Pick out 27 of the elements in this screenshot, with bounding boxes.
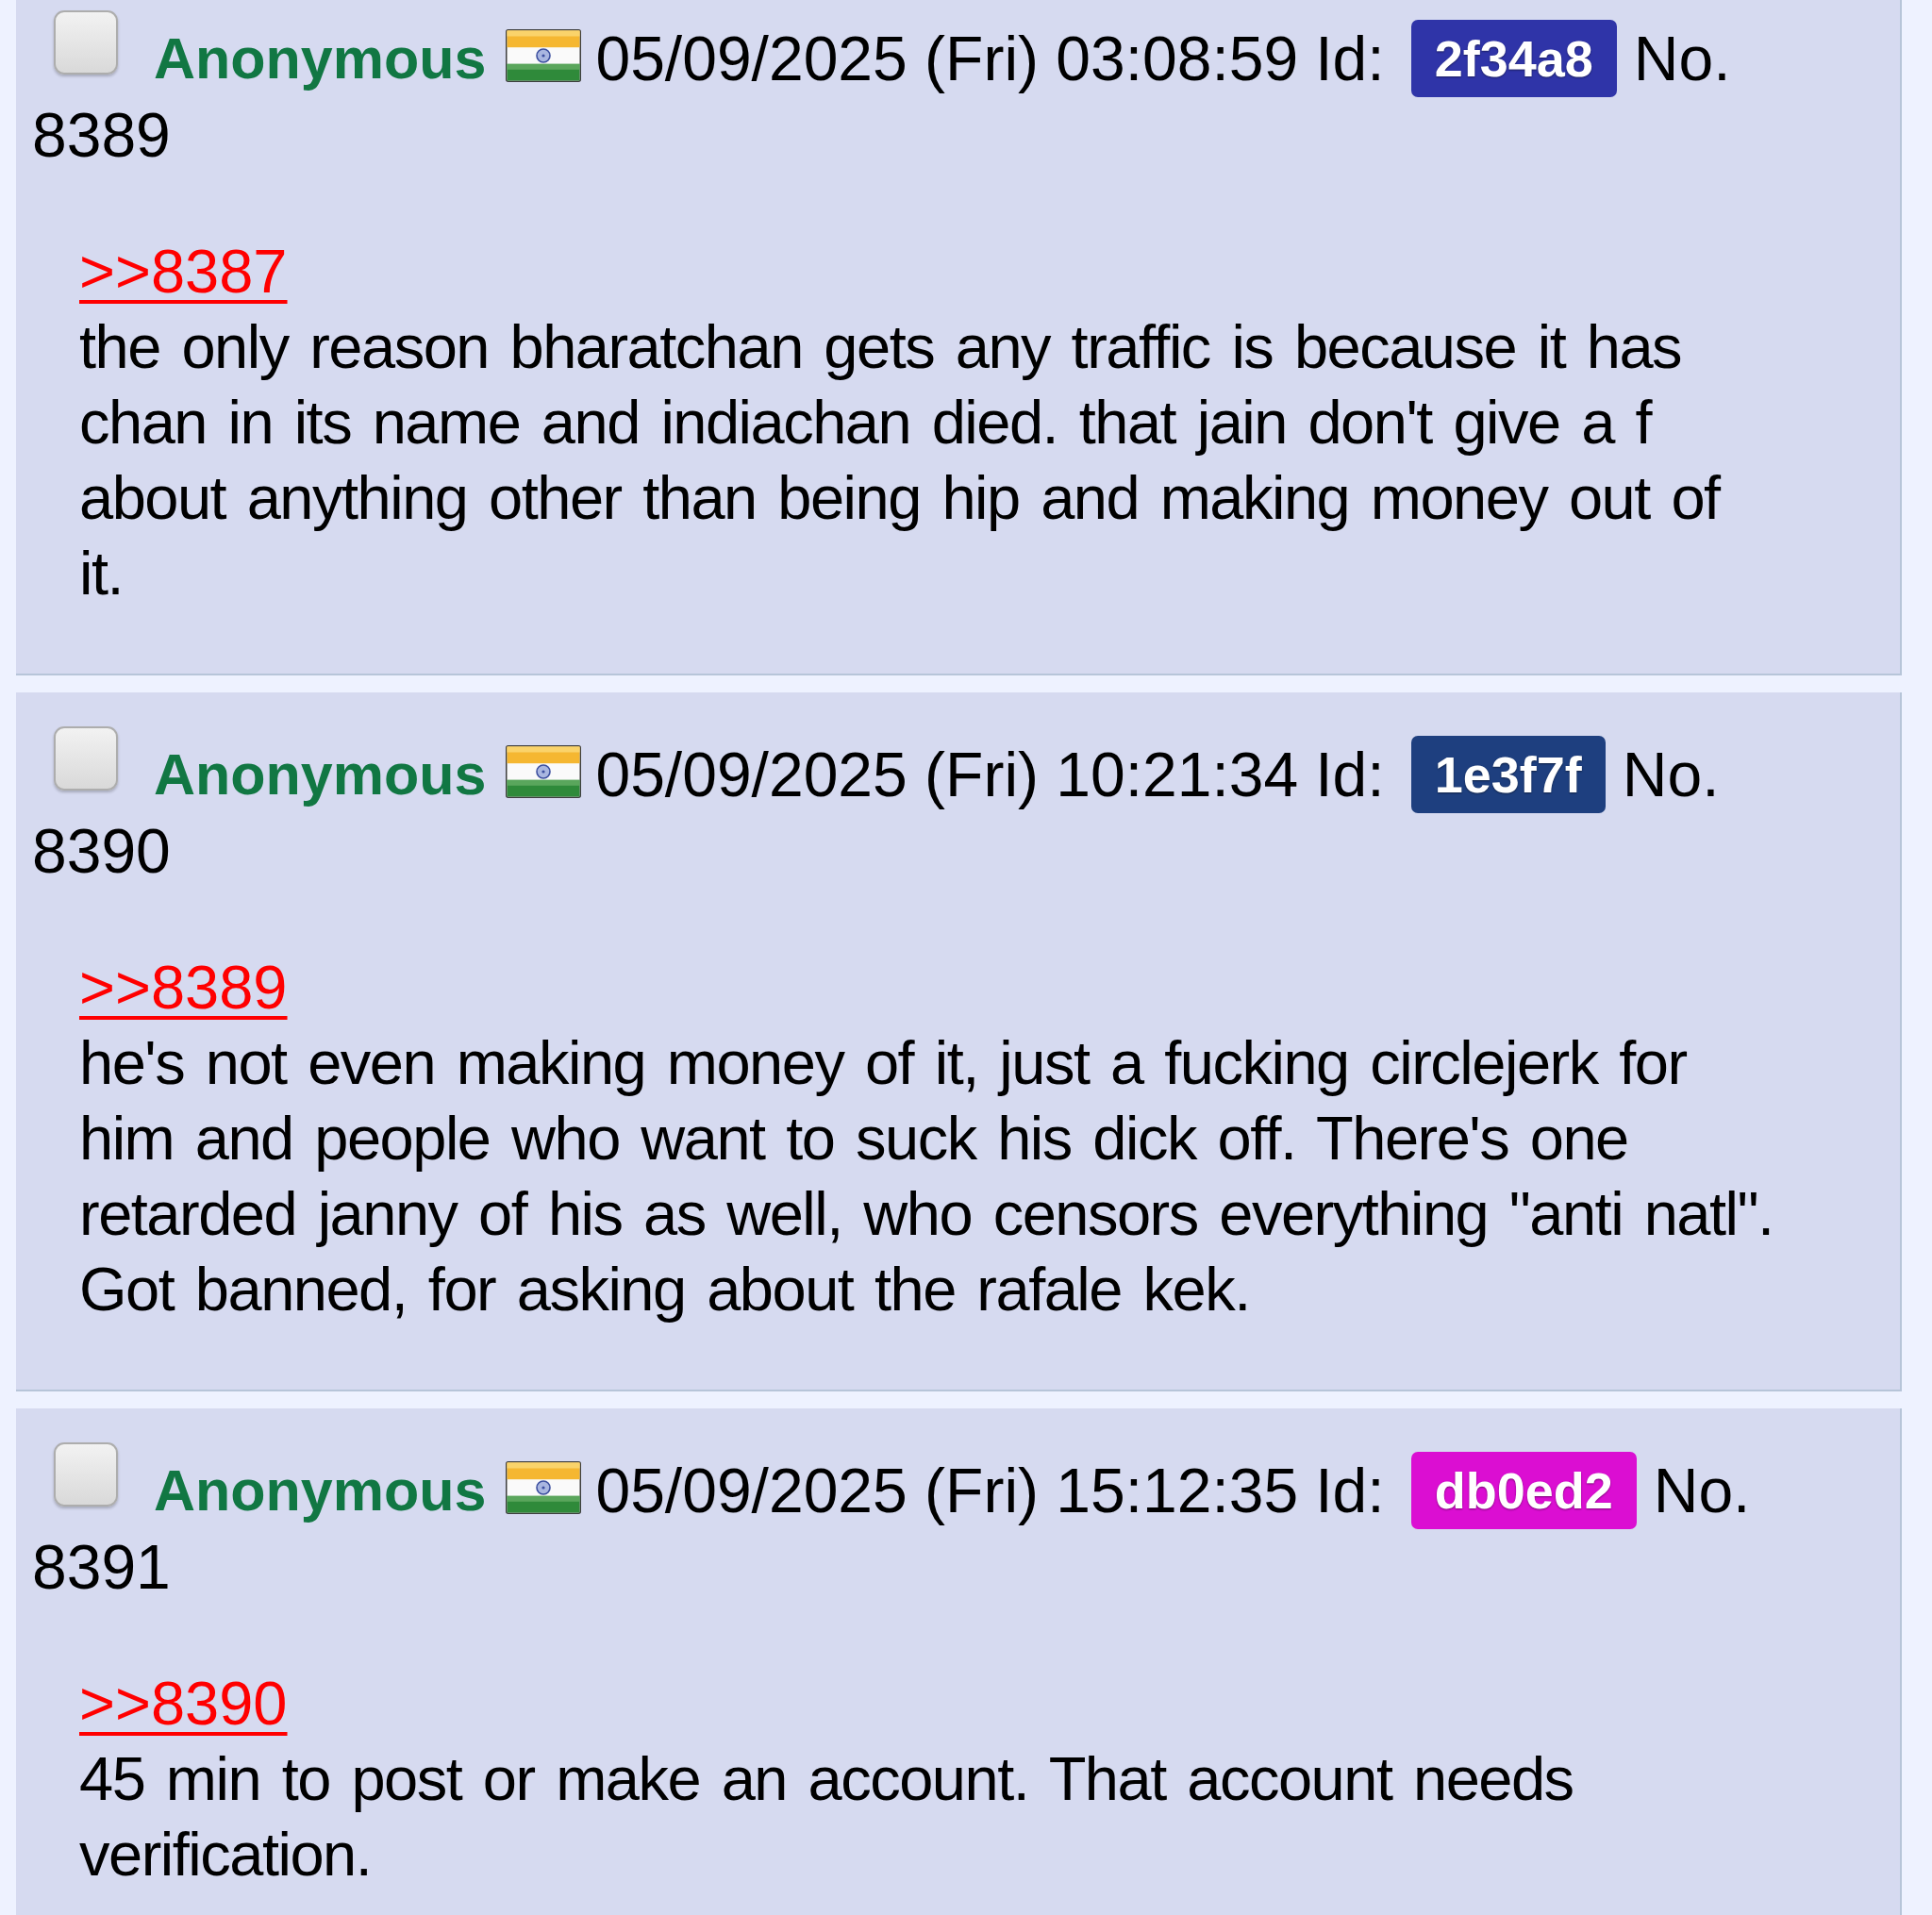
post-number[interactable]: 8391	[32, 1532, 171, 1602]
select-checkbox[interactable]	[54, 1442, 118, 1507]
post-number-label: No.	[1633, 23, 1731, 95]
poster-id[interactable]: 1e3f7f	[1410, 736, 1606, 813]
post-number-label: No.	[1622, 739, 1720, 811]
post-body: he's not even making money of it, just a fucking circlejerk for him and people who want to suck his dick off. There's one retarded janny of his as well, who censors everything "anti natl". Got banned, for asking about the rafale kek.	[79, 1027, 1774, 1325]
id-label: Id:	[1315, 23, 1385, 95]
poster-id[interactable]: 2f34a8	[1410, 20, 1617, 97]
post-date: 05/09/2025 (Fri) 03:08:59	[595, 23, 1299, 95]
post-body: 45 min to post or make an account. That account needs verification.	[79, 1743, 1574, 1890]
poster-id[interactable]: db0ed2	[1410, 1452, 1637, 1529]
post-number-label: No.	[1653, 1455, 1751, 1527]
id-label: Id:	[1315, 739, 1385, 811]
post-date: 05/09/2025 (Fri) 15:12:35	[595, 1455, 1299, 1527]
select-checkbox[interactable]	[54, 10, 118, 75]
poster-name: Anonymous	[154, 1457, 487, 1524]
post-number[interactable]: 8389	[32, 100, 171, 170]
id-label: Id:	[1315, 1455, 1385, 1527]
select-checkbox[interactable]	[54, 726, 118, 791]
post-number[interactable]: 8390	[32, 816, 171, 886]
post-body: the only reason bharatchan gets any traffic is because it has chan in its name and indiachan died. that jain don't give a f about anything other than being hip and making money out of it.	[79, 311, 1722, 609]
flag-icon	[506, 745, 582, 798]
flag-icon	[506, 29, 582, 82]
poster-name: Anonymous	[154, 741, 487, 808]
flag-icon	[506, 1461, 582, 1514]
post-date: 05/09/2025 (Fri) 10:21:34	[595, 739, 1299, 811]
poster-name: Anonymous	[154, 25, 487, 92]
